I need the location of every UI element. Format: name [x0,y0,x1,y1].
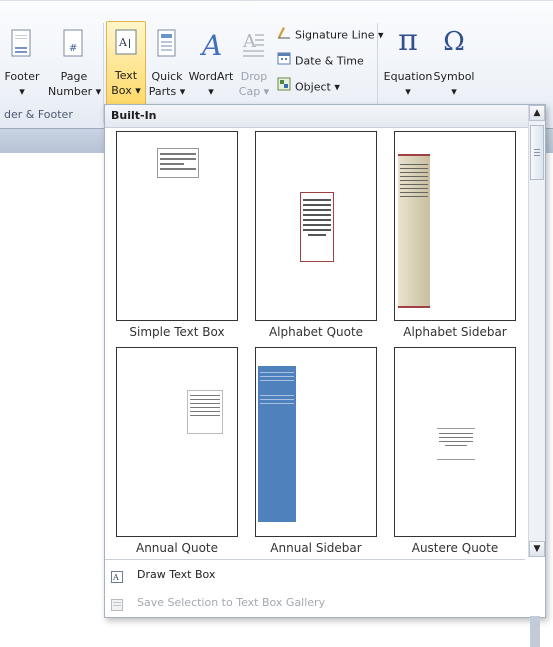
footer-label: Footer [4,70,40,83]
date-time-button[interactable]: Date & Time [277,51,364,71]
equation-button[interactable]: π Equation ▾ [383,23,433,103]
footer-arrow: ▾ [19,85,25,98]
save-selection-menu-item[interactable]: Save Selection to Text Box Gallery [105,591,525,615]
wordart-icon: A [199,29,223,63]
wordart-label: WordArt [188,70,234,83]
svg-text:A: A [112,573,119,582]
quick-parts-label: Quick [151,70,183,83]
gallery-tile-austere-quote[interactable] [394,347,516,537]
gallery-tile-alphabet-sidebar[interactable] [394,131,516,321]
symbol-arrow: ▾ [451,85,457,98]
scroll-down-button[interactable]: ▼ [529,541,545,557]
equation-label: Equation [383,70,433,83]
wordart-button[interactable]: A WordArt ▾ [188,23,234,103]
draw-text-box-menu-item[interactable]: A Draw Text Box [105,563,525,587]
pi-icon: π [398,23,418,58]
tile-preview [157,148,199,178]
tile-preview [437,428,475,460]
gallery-tile-annual-sidebar[interactable] [255,347,377,537]
text-box-gallery: Built-In ▲ ▼ Simple Text Box Alphabet Qu… [104,104,546,618]
tile-preview [187,390,223,434]
save-to-gallery-icon [111,596,123,611]
gallery-tile-alphabet-quote[interactable] [255,131,377,321]
tile-preview [258,366,296,522]
page-number-icon: # [63,29,85,63]
svg-text:#: # [69,43,77,54]
object-icon [277,77,291,98]
symbol-button[interactable]: Ω Symbol ▾ [433,23,475,103]
tile-caption: Alphabet Quote [268,325,364,339]
drop-cap-arrow: Cap ▾ [238,85,270,98]
scroll-up-button[interactable]: ▲ [529,105,545,121]
gallery-tile-annual-quote[interactable] [116,347,238,537]
text-box-label: Text [114,69,138,82]
signature-line-button[interactable]: Signature Line ▾ [277,25,384,45]
object-label: Object ▾ [295,80,340,94]
footer-button[interactable]: Footer ▾ [0,23,44,103]
drop-cap-button[interactable]: A Drop Cap ▾ [236,23,272,103]
gallery-tile-simple-text-box[interactable] [116,131,238,321]
tile-caption: Austere Quote [411,541,499,555]
draw-text-box-label: Draw Text Box [137,568,216,581]
svg-text:A: A [242,31,257,52]
text-box-icon: A [114,28,138,62]
gallery-header: Built-In [105,105,531,128]
tile-preview [300,192,334,262]
symbol-label: Symbol [433,70,475,83]
save-selection-label: Save Selection to Text Box Gallery [137,596,326,609]
text-box-arrow: Box ▾ [111,84,141,97]
quick-parts-arrow: Parts ▾ [148,85,186,98]
page-number-button[interactable]: # Page Number ▾ [48,23,102,103]
tile-caption: Annual Quote [135,541,218,555]
gallery-scrollbar[interactable]: ▲ ▼ [528,105,545,557]
footer-icon [11,29,33,63]
object-button[interactable]: Object ▾ [277,77,340,97]
page-number-label: Page [60,70,88,83]
svg-text:A: A [199,29,222,59]
text-box-button[interactable]: A Text Box ▾ [106,21,146,105]
quick-parts-icon [156,29,178,63]
calendar-icon [277,51,291,72]
date-time-label: Date & Time [295,54,364,68]
svg-text:A: A [118,36,128,49]
wordart-arrow: ▾ [208,85,214,98]
tile-preview [398,154,430,308]
omega-icon: Ω [443,27,465,57]
scroll-thumb[interactable] [530,125,544,180]
page-number-arrow: Number ▾ [48,85,102,98]
equation-arrow: ▾ [405,85,411,98]
header-footer-group-label: der & Footer [4,108,73,121]
draw-text-box-icon: A [111,568,123,583]
drop-cap-icon: A [242,29,266,63]
drop-cap-label: Drop [240,70,268,83]
menu-separator [105,559,525,560]
tile-caption: Alphabet Sidebar [403,325,507,339]
signature-line-icon [277,25,291,46]
tile-caption: Simple Text Box [129,325,225,339]
quick-parts-button[interactable]: Quick Parts ▾ [147,23,187,103]
tile-caption: Annual Sidebar [270,541,362,555]
document-scrollbar-edge [530,616,540,647]
signature-line-label: Signature Line ▾ [295,28,384,42]
